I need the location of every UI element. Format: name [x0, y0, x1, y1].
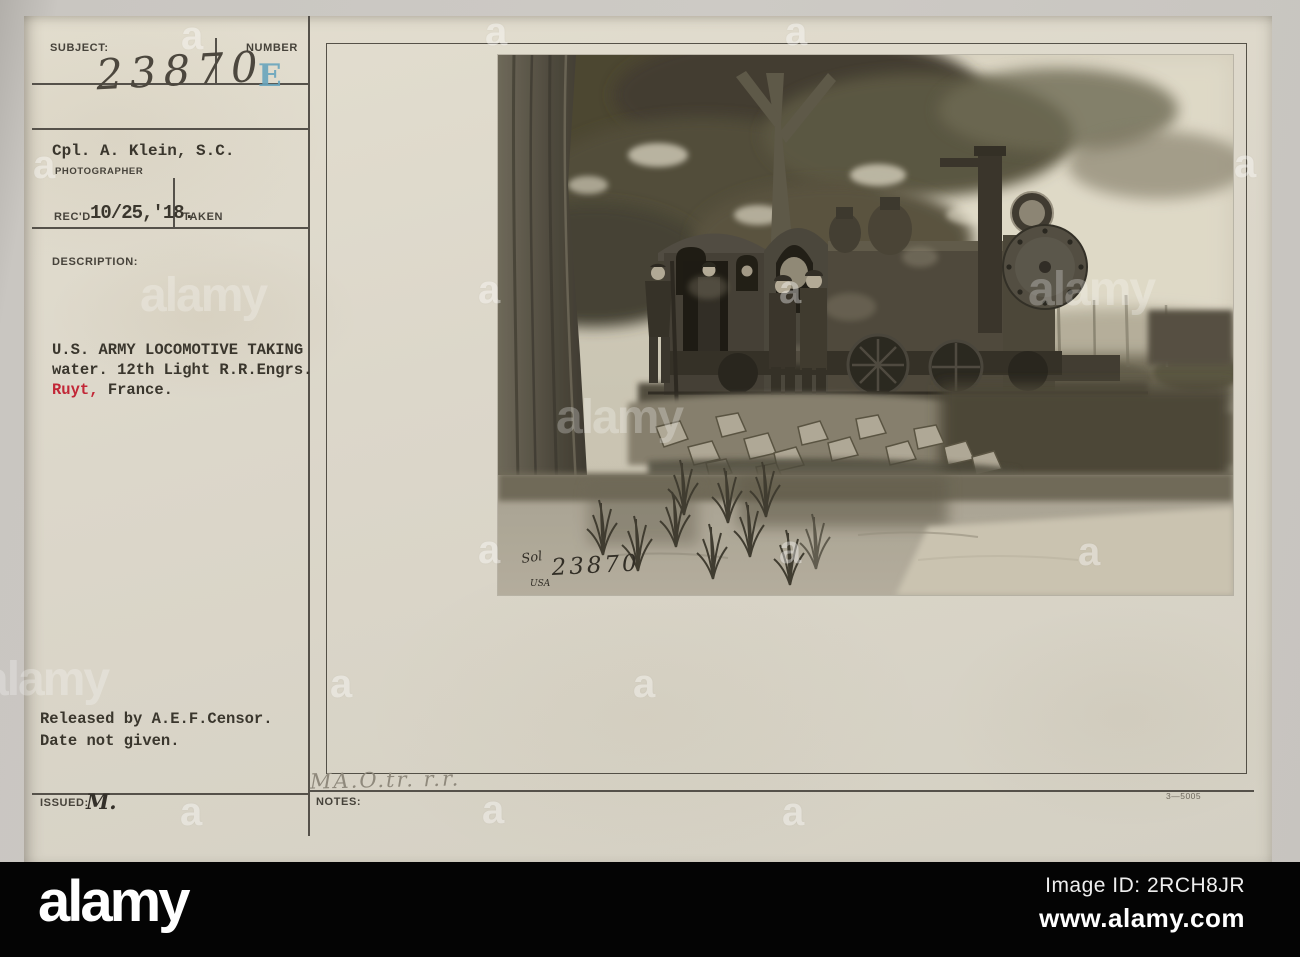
photographer-name: Cpl. A. Klein, S.C.: [52, 142, 235, 160]
released-line2: Date not given.: [40, 732, 180, 750]
photographer-label: PHOTOGRAPHER: [55, 166, 144, 177]
recd-date: 10/25,'18.: [90, 202, 195, 224]
image-id: Image ID: 2RCH8JR: [1045, 874, 1245, 897]
number-stamp: E: [258, 58, 283, 94]
number-label: NUMBER: [246, 42, 298, 54]
photograph: Sol 23870 USA: [498, 55, 1233, 595]
taken-label: TAKEN: [183, 211, 224, 223]
description-line3: Ruyt, France.: [52, 380, 312, 400]
description-text: U.S. ARMY LOCOMOTIVE TAKING water. 12th …: [52, 340, 312, 400]
released-line1: Released by A.E.F.Censor.: [40, 710, 273, 728]
description-line2: water. 12th Light R.R.Engrs.: [52, 361, 313, 379]
footer-info: Image ID: 2RCH8JR www.alamy.com: [1039, 874, 1245, 934]
form-line: [32, 227, 308, 229]
released-text: Released by A.E.F.Censor. Date not given…: [40, 708, 273, 752]
description-country: France.: [98, 381, 173, 399]
issued-label: ISSUED:: [40, 797, 89, 809]
notes-label: NOTES:: [316, 796, 362, 808]
archive-card: SUBJECT: 23870 NUMBER E Cpl. A. Klein, S…: [24, 16, 1272, 862]
print-number: 3—5005: [1166, 791, 1202, 801]
photo-sepia-tint: [498, 55, 1233, 595]
alamy-url: www.alamy.com: [1039, 903, 1245, 933]
form-line: [32, 793, 308, 795]
form-divider-line: [308, 16, 310, 836]
description-label: DESCRIPTION:: [52, 256, 139, 268]
footer-bar: alamy Image ID: 2RCH8JR www.alamy.com: [0, 862, 1300, 957]
subject-number-handwriting: 23870: [94, 41, 266, 100]
photograph-art: Sol 23870 USA: [498, 55, 1233, 595]
screenshot-stage: SUBJECT: 23870 NUMBER E Cpl. A. Klein, S…: [0, 0, 1300, 957]
form-line: [32, 128, 308, 130]
alamy-logo: alamy: [38, 869, 190, 934]
issued-value: M.: [86, 789, 117, 814]
description-location: Ruyt,: [52, 381, 99, 399]
notes-handwriting: MA.O.tr. r.r.: [309, 766, 461, 794]
recd-label: REC'D: [54, 211, 91, 223]
description-line1: U.S. ARMY LOCOMOTIVE TAKING: [52, 341, 304, 359]
